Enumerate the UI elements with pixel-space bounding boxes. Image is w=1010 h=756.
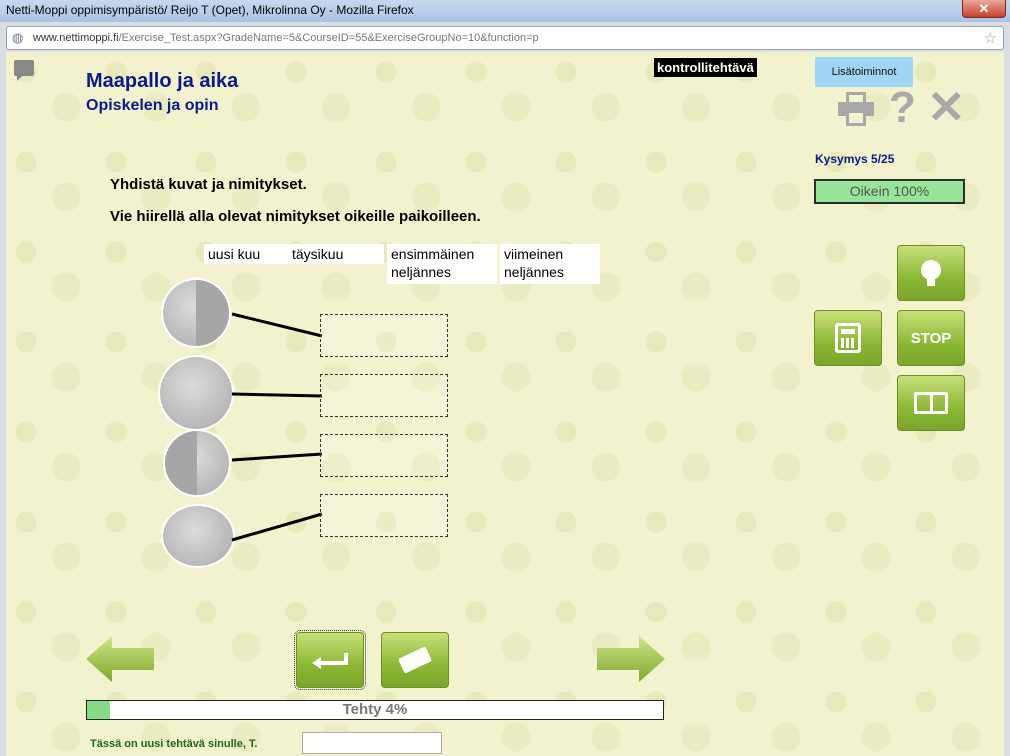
calculator-button[interactable]: [814, 310, 882, 366]
window-title: Netti-Moppi oppimisympäristö/ Reijo T (O…: [6, 3, 414, 17]
connector-line-3: [231, 452, 323, 462]
arrow-right-icon: [597, 636, 665, 682]
progress-label: Tehty 4%: [342, 701, 408, 718]
window-close-button[interactable]: ✕: [962, 0, 1006, 18]
drop-target-3[interactable]: [320, 434, 448, 477]
book-icon: [914, 392, 948, 414]
clear-button[interactable]: [381, 632, 449, 688]
stop-button[interactable]: STOP: [897, 310, 965, 366]
window-close-icon: ✕: [978, 1, 990, 16]
lightbulb-icon: [921, 260, 941, 286]
progress-bar: Tehty 4%: [86, 700, 664, 720]
page-content: Maapallo ja aika Opiskelen ja opin kontr…: [6, 52, 1004, 756]
url-host: www.nettimoppi.fi: [33, 32, 119, 44]
book-button[interactable]: [897, 375, 965, 431]
previous-arrow-button[interactable]: [86, 636, 154, 682]
address-url[interactable]: www.nettimoppi.fi/Exercise_Test.aspx?Gra…: [33, 32, 539, 44]
submit-answer-button[interactable]: [294, 630, 366, 690]
drop-target-2[interactable]: [320, 374, 448, 417]
drop-target-4[interactable]: [320, 494, 448, 537]
connector-lines: [231, 312, 323, 542]
eraser-icon: [398, 646, 432, 674]
next-arrow-button[interactable]: [597, 636, 665, 682]
footer-input[interactable]: [302, 732, 442, 754]
connector-line-1: [231, 312, 323, 338]
arrow-left-icon: [86, 636, 154, 682]
window-titlebar: Netti-Moppi oppimisympäristö/ Reijo T (O…: [0, 0, 1010, 22]
hint-button[interactable]: [897, 245, 965, 301]
bookmark-star-icon[interactable]: ☆: [984, 29, 997, 47]
calculator-icon: [835, 323, 861, 353]
url-path: /Exercise_Test.aspx?GradeName=5&CourseID…: [118, 32, 539, 44]
footer-message: Tässä on uusi tehtävä sinulle, T.: [90, 738, 258, 750]
connector-line-2: [231, 392, 323, 398]
address-bar[interactable]: ◍ www.nettimoppi.fi/Exercise_Test.aspx?G…: [6, 26, 1004, 50]
connector-line-4: [231, 512, 323, 542]
enter-icon: [312, 653, 348, 669]
globe-icon: ◍: [12, 30, 24, 45]
drop-target-1[interactable]: [320, 314, 448, 357]
